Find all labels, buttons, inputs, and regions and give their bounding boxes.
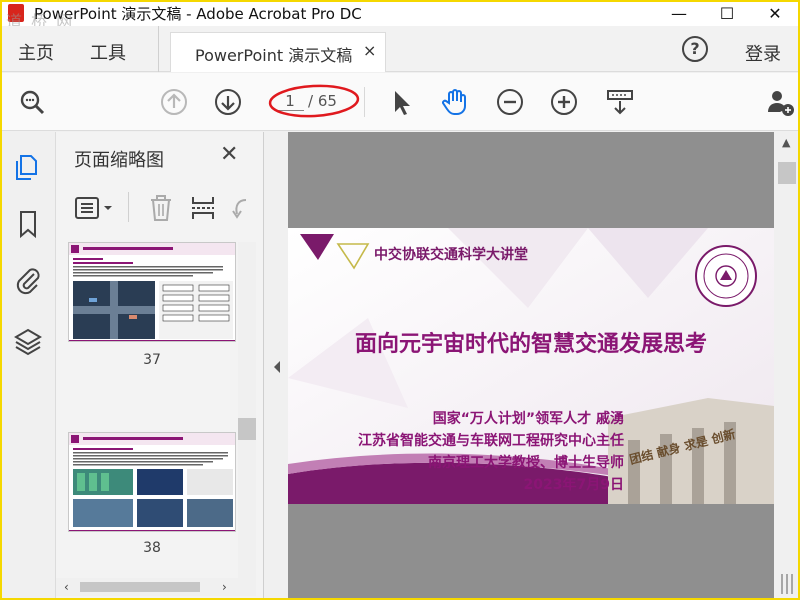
page-down-icon[interactable] (214, 88, 242, 116)
zoom-out-icon[interactable] (496, 88, 524, 116)
thumbnail-page-number: 38 (143, 540, 161, 556)
layers-icon[interactable] (12, 326, 44, 358)
page-thumbnail[interactable] (68, 242, 236, 342)
slide-title: 面向元宇宙时代的智慧交通发展思考 (354, 332, 707, 357)
thumbnails-panel-title: 页面缩略图 (74, 150, 164, 171)
speaker-affiliation-line: 江苏省智能交通与车联网工程研究中心主任 (358, 433, 624, 449)
fit-page-icon[interactable] (606, 88, 634, 116)
panel-collapse-handle[interactable] (264, 132, 288, 600)
document-vertical-scrollbar[interactable]: ▲ (774, 132, 800, 600)
search-icon[interactable] (18, 88, 46, 116)
collapse-arrow-icon[interactable] (272, 360, 282, 374)
scroll-up-icon[interactable]: ▲ (782, 136, 790, 149)
menu-bar: 主页 工具 PowerPoint 演示文稿 × ? 登录 (0, 26, 800, 72)
rotate-page-icon[interactable] (232, 196, 252, 222)
university-seal (695, 245, 757, 307)
page-indicator: 1 / 65 (268, 84, 360, 118)
help-icon[interactable]: ? (682, 36, 708, 62)
page-up-icon[interactable] (160, 88, 188, 116)
close-window-button[interactable]: ✕ (752, 0, 798, 26)
maximize-button[interactable]: ☐ (704, 0, 750, 26)
page-thumbnail[interactable] (68, 432, 236, 532)
window-title: PowerPoint 演示文稿 - Adobe Acrobat Pro DC (34, 5, 362, 23)
highlight-ellipse (268, 84, 360, 118)
page-thumbnails-icon[interactable] (12, 152, 44, 184)
thumbnails-scroll-thumb[interactable] (238, 418, 256, 440)
pdf-page: 中交协联交通科学大讲堂 面向元宇宙时代的智慧交通发展思考 国家“万人计划”领军人… (288, 228, 774, 504)
tab-close-icon[interactable]: × (363, 41, 376, 60)
toolbar-separator (364, 87, 365, 117)
document-tab-label: PowerPoint 演示文稿 (195, 46, 353, 65)
resize-grip-icon[interactable] (776, 572, 798, 596)
speaker-position-line: 南京理工大学教授、博士生导师 (428, 455, 624, 471)
tools-menu[interactable]: 工具 (90, 39, 126, 65)
panel-separator (128, 192, 129, 222)
document-scroll-thumb[interactable] (778, 162, 796, 184)
bookmark-icon[interactable] (12, 208, 44, 240)
scroll-left-icon[interactable]: ‹ (64, 580, 69, 594)
speaker-title-line: 国家“万人计划”领军人才 戚湧 (432, 411, 624, 427)
thumbnail-page-number: 37 (143, 352, 161, 368)
presentation-date: 2023年7月9日 (523, 477, 624, 493)
left-navigation-rail (0, 132, 56, 600)
toolbar: 1 / 65 (0, 73, 800, 131)
thumbnails-hscroll-thumb[interactable] (80, 582, 200, 592)
thumbnails-panel: 页面缩略图 ✕ 37 38 ‹ › (56, 132, 264, 600)
title-bar: PowerPoint 演示文稿 - Adobe Acrobat Pro DC 道… (0, 0, 800, 31)
close-panel-icon[interactable]: ✕ (220, 142, 238, 167)
delete-page-icon[interactable] (148, 194, 174, 222)
thumbnails-vertical-scrollbar[interactable] (238, 242, 256, 578)
document-tab[interactable]: PowerPoint 演示文稿 × (170, 32, 386, 72)
attachment-icon[interactable] (12, 264, 44, 296)
login-button[interactable]: 登录 (745, 40, 781, 66)
share-user-icon[interactable] (766, 88, 794, 116)
thumbnails-horizontal-scrollbar[interactable]: ‹ › (56, 578, 256, 596)
select-cursor-icon[interactable] (388, 88, 416, 116)
lecture-series-title: 中交协联交通科学大讲堂 (374, 247, 528, 263)
minimize-button[interactable]: — (656, 0, 702, 26)
hand-tool-icon[interactable] (440, 88, 468, 116)
scroll-right-icon[interactable]: › (222, 580, 227, 594)
menu-separator (158, 26, 159, 72)
thumbnail-options-icon[interactable] (74, 196, 114, 220)
extract-page-icon[interactable] (190, 194, 216, 222)
home-menu[interactable]: 主页 (18, 39, 54, 65)
zoom-in-icon[interactable] (550, 88, 578, 116)
